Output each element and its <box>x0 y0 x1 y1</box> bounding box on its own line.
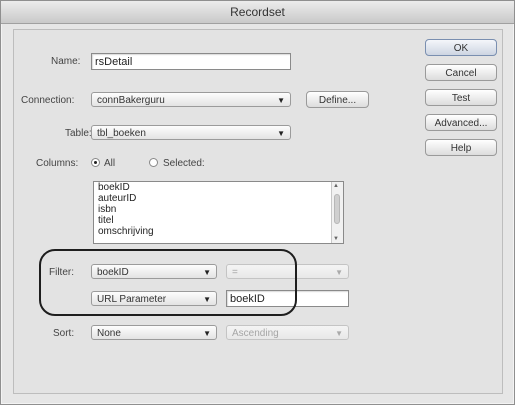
name-field[interactable]: rsDetail <box>91 53 291 70</box>
radio-selected-dot <box>94 161 97 164</box>
columns-label: Columns: <box>36 158 79 169</box>
scrollbar-thumb[interactable] <box>334 194 340 224</box>
scroll-up-icon[interactable]: ▲ <box>333 183 339 189</box>
list-item[interactable]: boekID <box>94 182 343 193</box>
help-button[interactable]: Help <box>425 139 497 156</box>
sort-order-value: Ascending <box>232 328 279 339</box>
chevron-down-icon: ▼ <box>277 96 285 105</box>
connection-select[interactable]: connBakerguru ▼ <box>91 92 291 107</box>
list-item[interactable]: auteurID <box>94 193 343 204</box>
columns-selected-radio[interactable] <box>149 158 158 167</box>
filter-label: Filter: <box>49 267 74 278</box>
test-button[interactable]: Test <box>425 89 497 106</box>
list-item[interactable]: titel <box>94 215 343 226</box>
filter-column-value: boekID <box>97 267 129 278</box>
filter-param-value-field[interactable]: boekID <box>226 290 349 307</box>
list-scrollbar[interactable]: ▲ ▼ <box>331 182 343 243</box>
filter-operator-select[interactable]: = ▼ <box>226 264 349 279</box>
chevron-down-icon: ▼ <box>335 268 343 277</box>
list-item[interactable]: omschrijving <box>94 226 343 237</box>
table-select[interactable]: tbl_boeken ▼ <box>91 125 291 140</box>
list-item[interactable]: isbn <box>94 204 343 215</box>
dialog-title: Recordset <box>230 5 285 19</box>
chevron-down-icon: ▼ <box>203 329 211 338</box>
filter-param-type-value: URL Parameter <box>97 294 167 305</box>
table-select-value: tbl_boeken <box>97 128 146 139</box>
sort-order-select[interactable]: Ascending ▼ <box>226 325 349 340</box>
table-label: Table: <box>65 128 92 139</box>
connection-select-value: connBakerguru <box>97 95 165 106</box>
chevron-down-icon: ▼ <box>277 129 285 138</box>
chevron-down-icon: ▼ <box>203 268 211 277</box>
recordset-dialog: Recordset Name: rsDetail Connection: con… <box>0 0 515 405</box>
columns-all-radio[interactable] <box>91 158 100 167</box>
columns-all-label: All <box>104 158 116 169</box>
columns-selected-label: Selected: <box>163 158 205 169</box>
ok-button[interactable]: OK <box>425 39 497 56</box>
chevron-down-icon: ▼ <box>203 295 211 304</box>
sort-column-select[interactable]: None ▼ <box>91 325 217 340</box>
connection-label: Connection: <box>21 95 75 106</box>
filter-column-select[interactable]: boekID ▼ <box>91 264 217 279</box>
filter-param-type-select[interactable]: URL Parameter ▼ <box>91 291 217 306</box>
scroll-down-icon[interactable]: ▼ <box>333 236 339 242</box>
chevron-down-icon: ▼ <box>335 329 343 338</box>
cancel-button[interactable]: Cancel <box>425 64 497 81</box>
sort-label: Sort: <box>53 328 75 339</box>
filter-operator-value: = <box>232 267 238 278</box>
name-label: Name: <box>51 56 81 67</box>
dialog-titlebar: Recordset <box>1 1 514 24</box>
define-button[interactable]: Define... <box>306 91 369 108</box>
column-items: boekID auteurID isbn titel omschrijving <box>94 182 343 237</box>
column-list[interactable]: boekID auteurID isbn titel omschrijving ▲ ▼ <box>93 181 344 244</box>
advanced-button[interactable]: Advanced... <box>425 114 497 131</box>
sort-column-value: None <box>97 328 121 339</box>
